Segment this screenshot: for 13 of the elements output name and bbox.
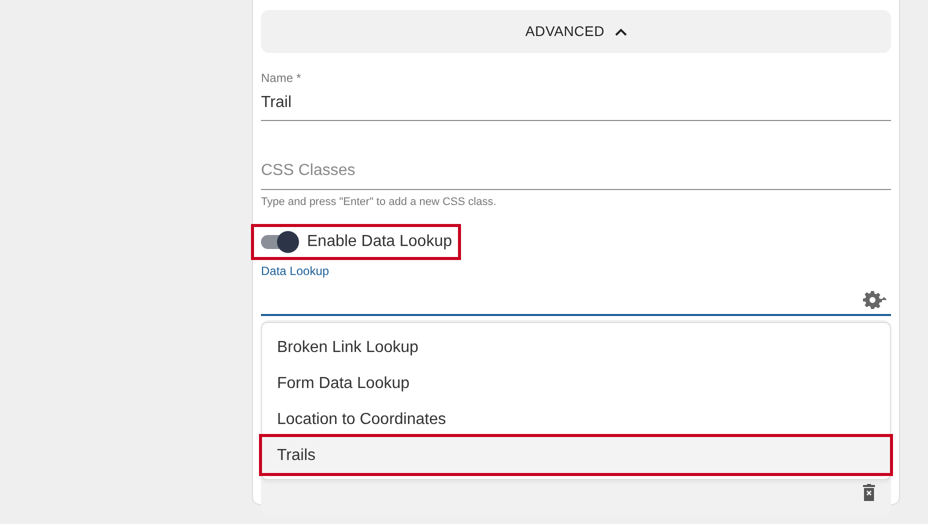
enable-data-lookup-switch[interactable]: Enable Data Lookup (254, 226, 458, 256)
dropdown-option[interactable]: Broken Link Lookup (262, 328, 890, 364)
name-field[interactable]: Trail (261, 87, 891, 121)
advanced-toggle-button[interactable]: ADVANCED (261, 10, 891, 53)
dropdown-option[interactable]: Location to Coordinates (262, 400, 890, 436)
delete-icon[interactable] (863, 484, 875, 500)
dropdown-option[interactable]: Form Data Lookup (262, 364, 890, 400)
css-classes-field[interactable]: CSS Classes (261, 155, 891, 190)
settings-icon[interactable] (861, 290, 887, 310)
field-label: Data Lookup (261, 262, 330, 280)
helper-text: Type and press "Enter" to add a new CSS class. (261, 195, 498, 210)
dropdown-option[interactable]: Trails (262, 436, 890, 472)
field-label: Name * (261, 70, 302, 87)
